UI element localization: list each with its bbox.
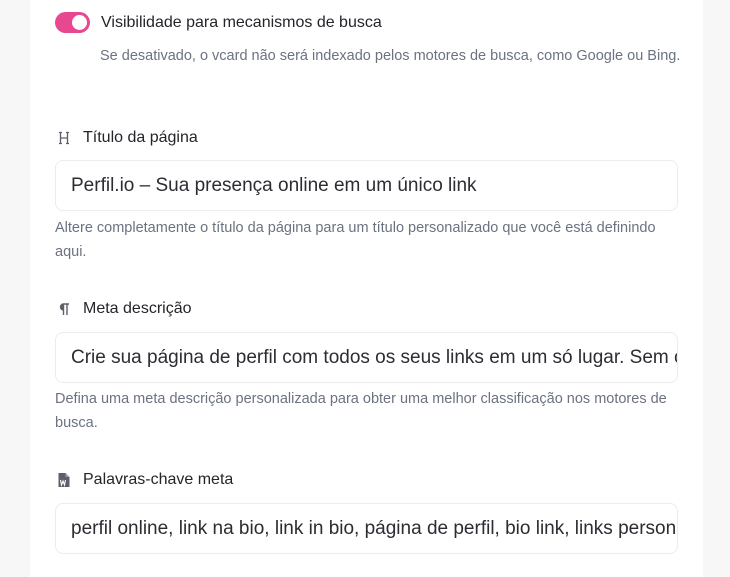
meta-description-input[interactable]: Crie sua página de perfil com todos os s… bbox=[55, 332, 678, 383]
heading-icon bbox=[55, 129, 73, 147]
page-title-help: Altere completamente o título da página … bbox=[55, 220, 656, 260]
search-visibility-label: Visibilidade para mecanismos de busca bbox=[101, 14, 382, 31]
search-visibility-toggle[interactable] bbox=[55, 12, 90, 33]
meta-keywords-input[interactable]: perfil online, link na bio, link in bio,… bbox=[55, 503, 678, 554]
page-title-label-text: Título da página bbox=[83, 129, 198, 146]
meta-description-label-text: Meta descrição bbox=[83, 300, 192, 317]
toggle-knob bbox=[72, 15, 87, 30]
search-visibility-row: Visibilidade para mecanismos de busca bbox=[55, 12, 382, 33]
paragraph-icon bbox=[55, 300, 73, 318]
page-title-input[interactable]: Perfil.io – Sua presença online em um ún… bbox=[55, 160, 678, 211]
page-title-label: Título da página bbox=[55, 129, 198, 147]
meta-description-help: Defina uma meta descrição personalizada … bbox=[55, 391, 667, 431]
search-visibility-help: Se desativado, o vcard não será indexado… bbox=[100, 48, 681, 64]
meta-description-label: Meta descrição bbox=[55, 300, 192, 318]
meta-keywords-label-text: Palavras-chave meta bbox=[83, 471, 234, 488]
seo-settings-card: Visibilidade para mecanismos de busca Se… bbox=[30, 0, 703, 577]
meta-keywords-label: Palavras-chave meta bbox=[55, 471, 233, 489]
word-file-icon bbox=[55, 471, 73, 489]
